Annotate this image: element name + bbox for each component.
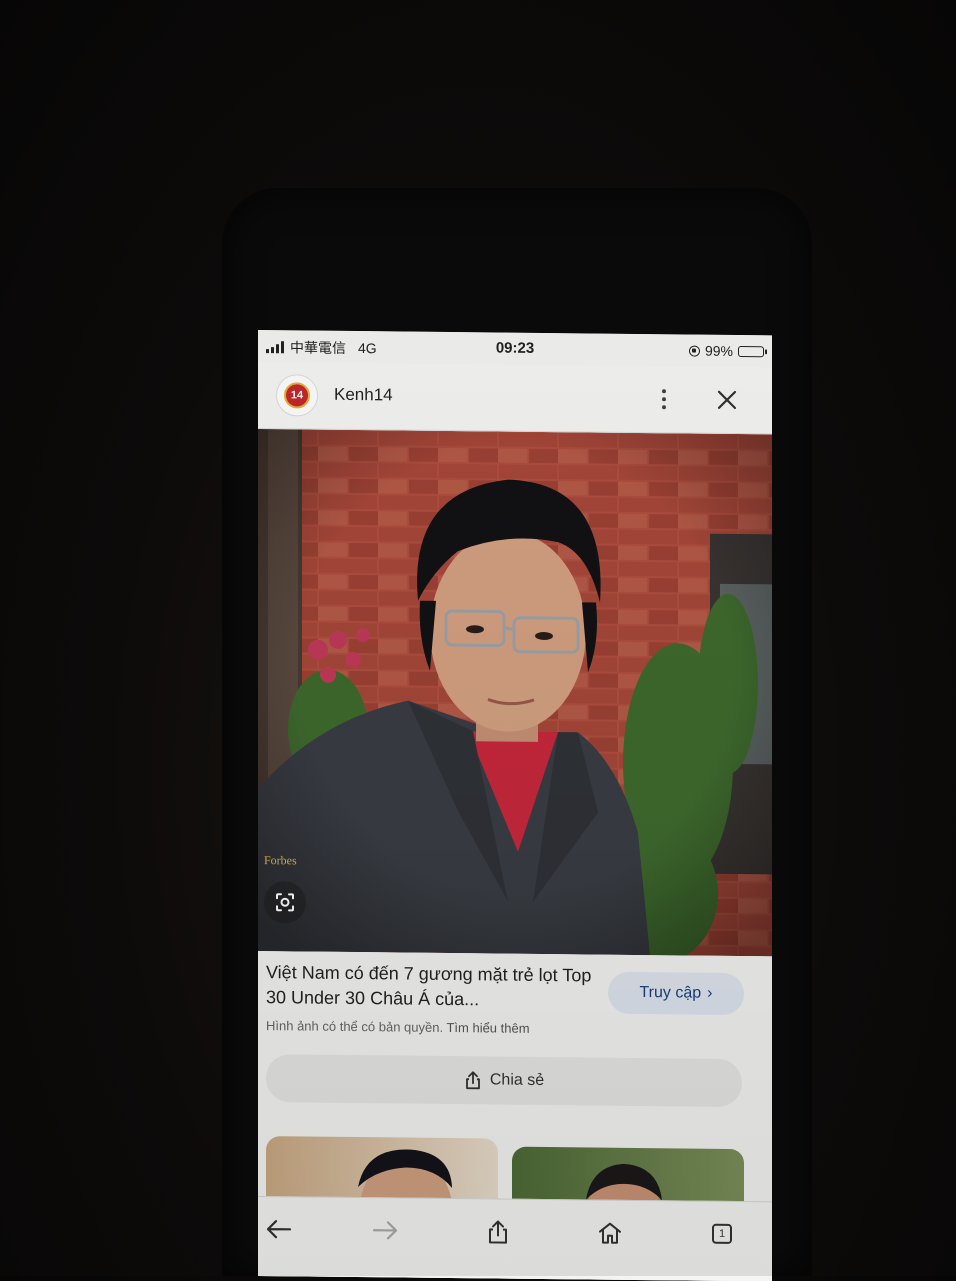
copyright-text: Hình ảnh có thể có bản quyền.: [266, 1018, 444, 1035]
visit-button[interactable]: Truy cập ›: [608, 971, 744, 1016]
back-arrow-icon: [266, 1220, 292, 1239]
tabs-button[interactable]: 1: [704, 1216, 740, 1252]
image-watermark: Forbes: [264, 853, 297, 868]
share-label: Chia sẻ: [489, 1071, 545, 1089]
toolbar-share-button[interactable]: [480, 1213, 516, 1249]
share-button[interactable]: Chia sẻ: [266, 1054, 742, 1108]
google-lens-button[interactable]: [264, 881, 306, 924]
tab-count: 1: [712, 1223, 732, 1244]
site-name[interactable]: Kenh14: [334, 385, 393, 406]
result-title[interactable]: Việt Nam có đến 7 gương mặt trẻ lọt Top …: [266, 960, 596, 1013]
browser-toolbar: 1: [258, 1196, 772, 1281]
result-image[interactable]: Forbes: [258, 429, 772, 957]
home-icon: [599, 1222, 621, 1244]
status-right: 99%: [688, 342, 764, 360]
home-button[interactable]: [592, 1214, 628, 1250]
google-lens-icon: [276, 893, 294, 912]
viewer-header: 14 Kenh14: [258, 362, 772, 435]
orientation-lock-icon: [688, 345, 700, 357]
visit-label: Truy cập: [639, 983, 702, 1002]
chevron-right-icon: ›: [707, 984, 713, 1002]
phone-screen: 中華電信 4G 09:23 99% 14 Kenh14 Forbes Việt …: [258, 330, 772, 1281]
forward-button[interactable]: [368, 1212, 404, 1248]
learn-more-link[interactable]: Tìm hiểu thêm: [446, 1020, 529, 1036]
share-icon: [489, 1220, 507, 1244]
back-button[interactable]: [260, 1211, 296, 1247]
site-logo[interactable]: 14: [276, 374, 318, 417]
more-vert-icon[interactable]: [656, 384, 672, 414]
close-icon[interactable]: [716, 389, 738, 411]
status-bar: 中華電信 4G 09:23 99%: [258, 330, 772, 368]
share-icon: [465, 1071, 480, 1090]
kenh14-logo-icon: 14: [284, 382, 310, 409]
forward-arrow-icon: [372, 1221, 398, 1240]
battery-icon: [738, 345, 764, 357]
battery-percent: 99%: [704, 342, 733, 359]
copyright-notice: Hình ảnh có thể có bản quyền. Tìm hiểu t…: [266, 1018, 530, 1036]
